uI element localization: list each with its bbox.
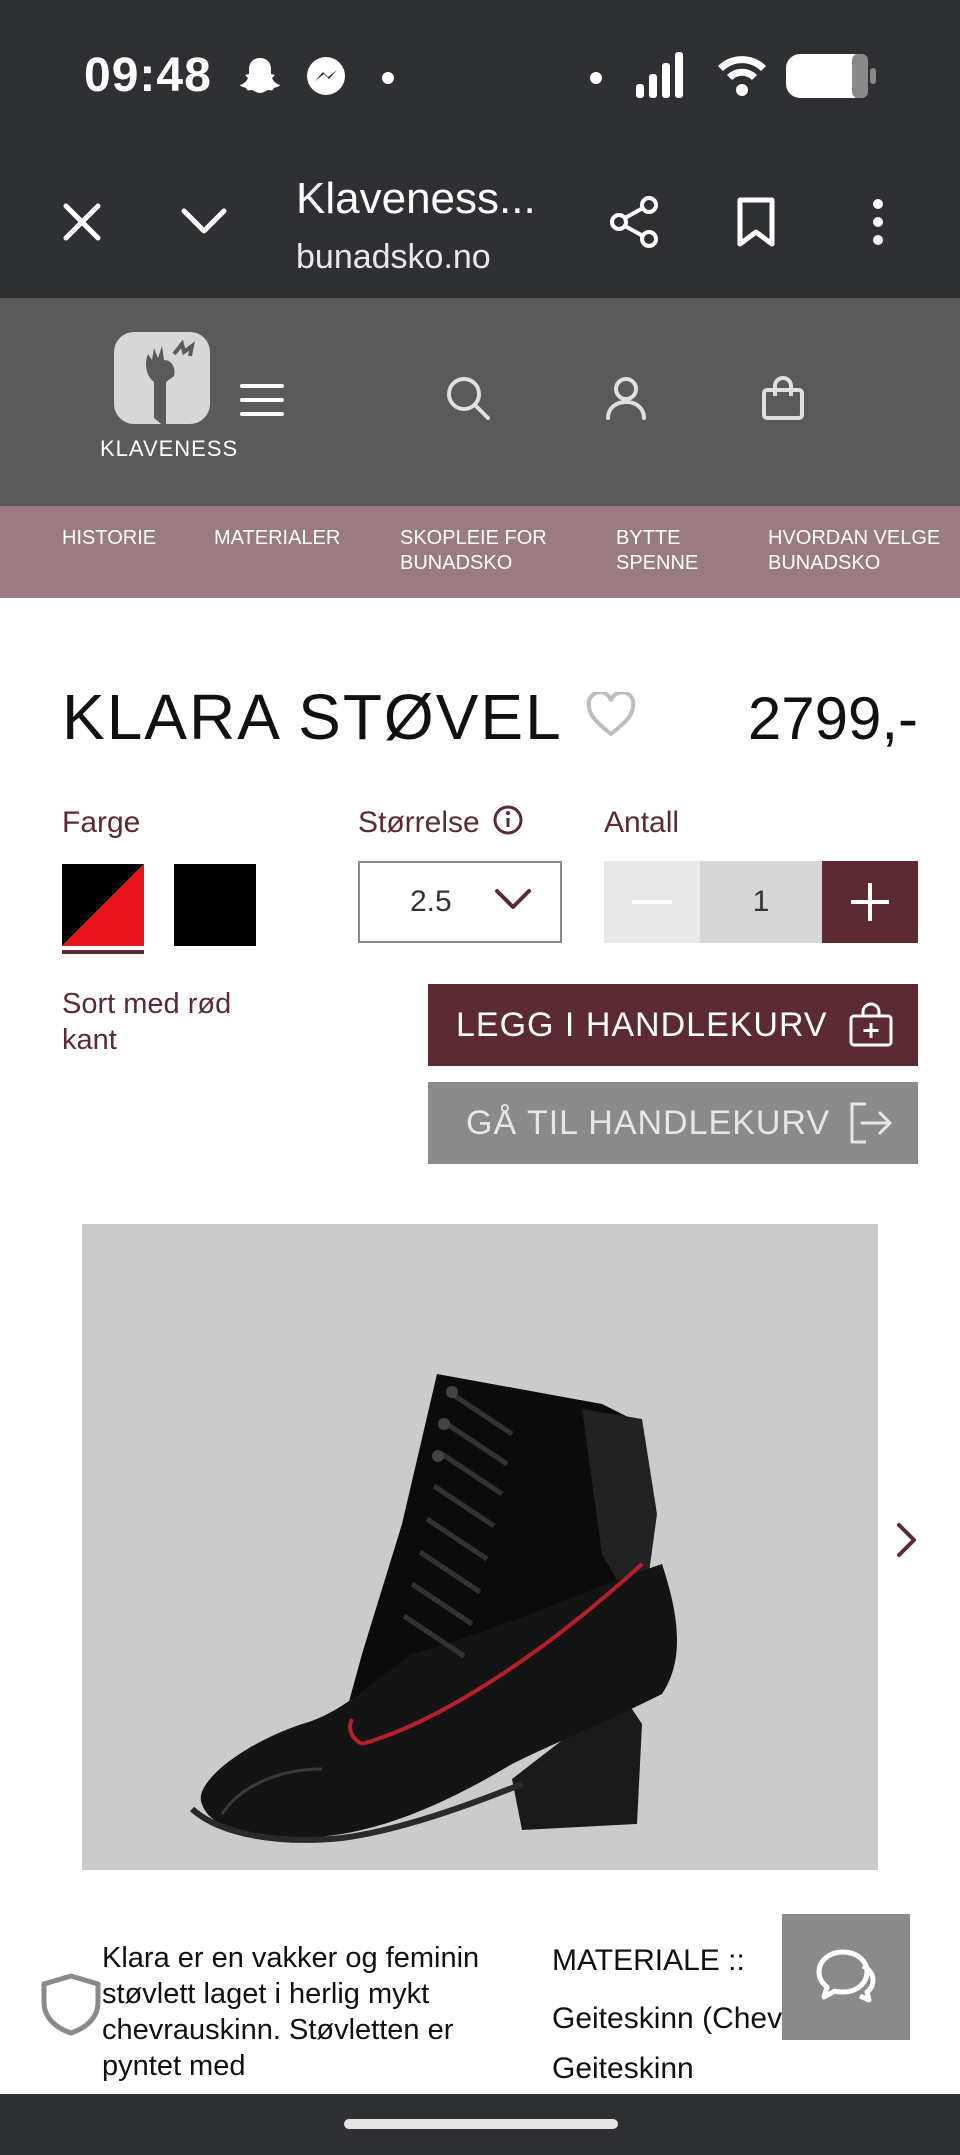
battery-icon <box>786 52 878 105</box>
snapchat-icon <box>236 52 284 105</box>
user-icon <box>606 377 646 420</box>
dot-icon <box>588 70 604 91</box>
go-to-cart-button[interactable]: GÅ TIL HANDLEKURV <box>428 1082 918 1164</box>
wifi-icon <box>716 52 768 101</box>
quantity-value[interactable]: 1 <box>700 861 822 943</box>
logo[interactable] <box>114 332 210 428</box>
menu-button[interactable] <box>234 372 290 428</box>
color-label: Farge <box>62 806 141 839</box>
favorite-button[interactable] <box>586 690 636 743</box>
minus-icon <box>632 900 672 904</box>
category-nav: HISTORIE MATERIALER SKOPLEIE FOR BUNADSK… <box>0 506 960 598</box>
bookmark-icon <box>737 197 775 247</box>
signal-icon <box>636 52 686 103</box>
color-swatch-black-red[interactable] <box>62 864 144 946</box>
search-button[interactable] <box>440 370 496 426</box>
messenger-icon <box>302 52 350 105</box>
product-price: 2799,- <box>747 685 918 752</box>
gallery-next-button[interactable] <box>896 1522 918 1563</box>
share-button[interactable] <box>602 190 666 254</box>
page-url[interactable]: bunadsko.no <box>296 238 556 277</box>
logo-text: KLAVENESS <box>100 436 239 461</box>
more-options-button[interactable] <box>846 190 910 254</box>
more-vertical-icon <box>873 199 883 245</box>
info-icon[interactable] <box>492 804 524 841</box>
chevron-down-icon <box>494 887 532 918</box>
search-icon <box>447 377 490 420</box>
bag-plus-icon <box>848 1002 894 1057</box>
account-button[interactable] <box>598 370 654 426</box>
cart-button[interactable] <box>755 370 811 426</box>
size-value: 2.5 <box>410 885 452 918</box>
material-label: MATERIALE :: <box>552 1944 745 1977</box>
close-tab-button[interactable] <box>50 190 114 254</box>
plus-icon <box>851 883 889 921</box>
quantity-increase-button[interactable] <box>822 861 918 943</box>
product-title: KLARA STØVEL <box>62 681 563 753</box>
nav-item-skopleie[interactable]: SKOPLEIE FOR BUNADSKO <box>400 526 560 576</box>
go-to-cart-label: GÅ TIL HANDLEKURV <box>466 1104 831 1142</box>
chat-icon <box>816 1949 876 2003</box>
boot-image <box>189 1374 677 1843</box>
nav-item-bytte-spenne[interactable]: BYTTE SPENNE <box>616 526 716 576</box>
exit-arrow-icon <box>848 1100 894 1155</box>
nav-item-historie[interactable]: HISTORIE <box>62 526 172 551</box>
quantity-decrease-button[interactable] <box>604 861 700 943</box>
selected-swatch-indicator <box>62 950 144 954</box>
hamburger-menu-icon <box>240 384 284 416</box>
browser-bar: Klaveness... bunadsko.no <box>0 150 960 298</box>
page-title: Klaveness... <box>296 174 536 223</box>
close-icon <box>63 203 101 241</box>
color-swatch-black[interactable] <box>174 864 256 946</box>
size-label: Størrelse <box>358 806 480 839</box>
dot-icon <box>380 70 396 91</box>
shopping-bag-icon <box>762 376 804 420</box>
chevron-right-icon <box>897 1523 916 1557</box>
status-bar: 09:48 <box>0 0 960 150</box>
chat-button[interactable] <box>782 1914 910 2040</box>
product-description: Klara er en vakker og feminin støvlett l… <box>102 1942 480 2082</box>
site-header: KLAVENESS <box>0 298 960 506</box>
collapse-button[interactable] <box>172 190 236 254</box>
color-name: Sort med rød kant <box>62 988 232 1056</box>
deer-logo-icon <box>146 339 195 428</box>
bookmark-button[interactable] <box>724 190 788 254</box>
add-to-cart-label: LEGG I HANDLEKURV <box>456 1006 828 1044</box>
status-time: 09:48 <box>84 49 212 102</box>
chevron-down-icon <box>181 208 227 234</box>
nav-item-materialer[interactable]: MATERIALER <box>214 526 354 551</box>
product-image[interactable] <box>82 1224 878 1870</box>
home-indicator[interactable] <box>344 2119 618 2129</box>
heart-icon <box>586 690 636 737</box>
share-icon <box>610 196 658 248</box>
size-select[interactable]: 2.5 <box>358 861 562 943</box>
quantity-stepper: 1 <box>604 861 918 943</box>
quantity-label: Antall <box>604 806 680 839</box>
shield-icon <box>38 1972 104 2041</box>
nav-item-hvordan-velge[interactable]: HVORDAN VELGE BUNADSKO <box>768 526 958 576</box>
add-to-cart-button[interactable]: LEGG I HANDLEKURV <box>428 984 918 1066</box>
